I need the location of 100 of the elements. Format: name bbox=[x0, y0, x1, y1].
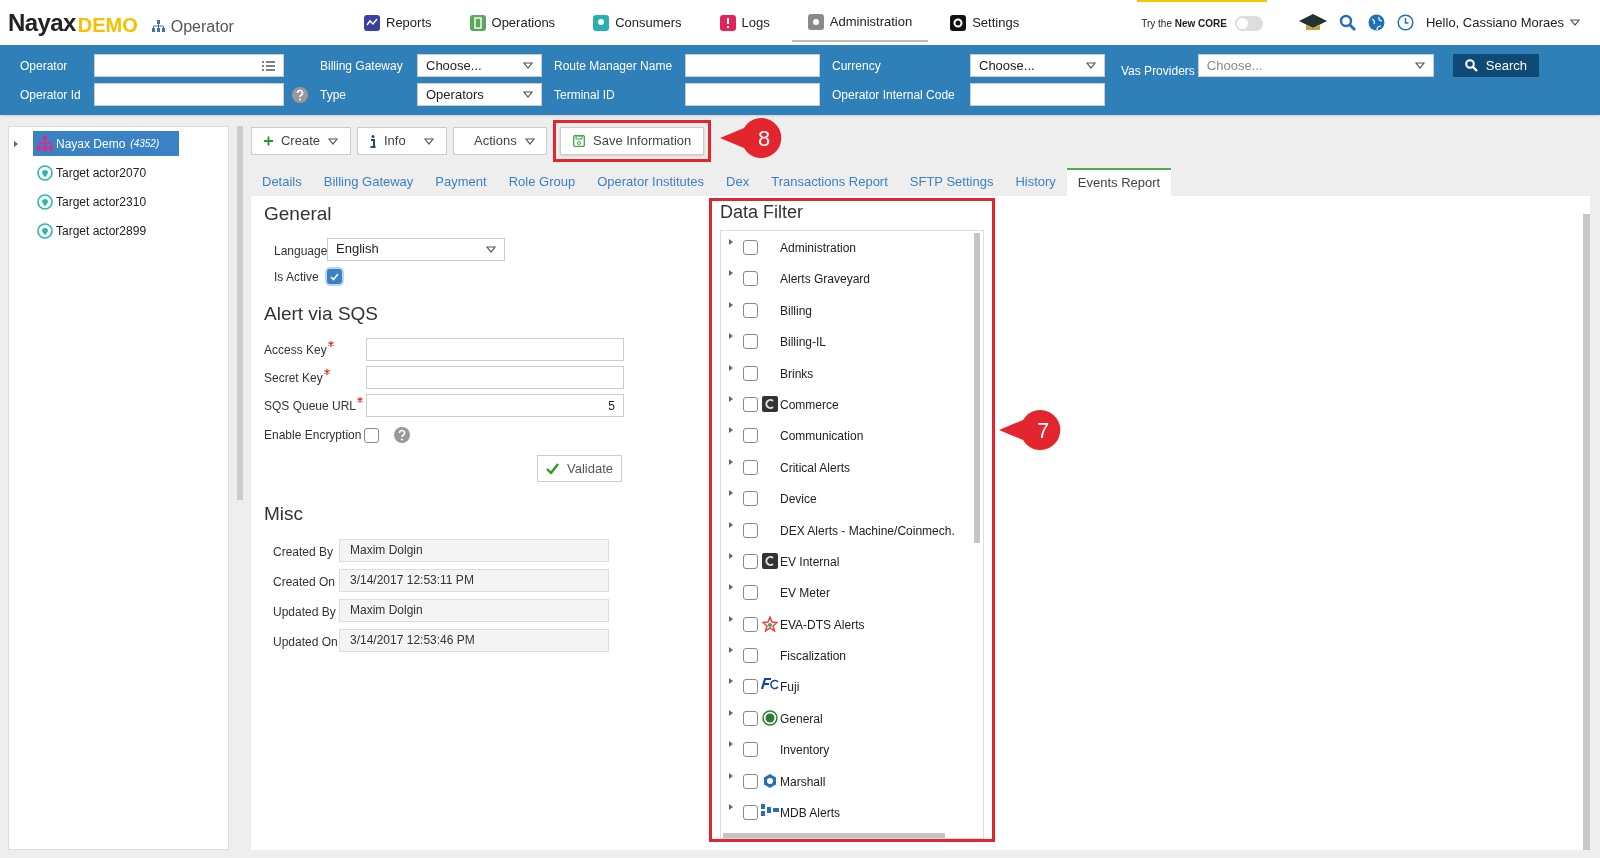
filter-item[interactable]: EV Internal bbox=[780, 552, 840, 571]
vas-providers-select[interactable]: Choose... bbox=[1197, 54, 1434, 77]
graduation-cap-icon[interactable] bbox=[1299, 12, 1327, 33]
filter-item[interactable]: Fiscalization bbox=[780, 647, 847, 666]
expand-arrow-icon[interactable] bbox=[727, 268, 735, 279]
page-scrollbar[interactable] bbox=[1583, 214, 1590, 850]
save-information-button[interactable]: Save Information bbox=[560, 127, 705, 155]
filter-item[interactable]: Critical Alerts bbox=[780, 458, 850, 477]
filter-item[interactable]: Communication bbox=[780, 427, 864, 446]
core-toggle[interactable] bbox=[1235, 16, 1263, 31]
validate-button[interactable]: Validate bbox=[537, 455, 622, 482]
tree-item[interactable]: Target actor2899 bbox=[33, 218, 167, 243]
encryption-checkbox[interactable] bbox=[364, 427, 380, 443]
tab[interactable]: Dex bbox=[715, 168, 761, 196]
expand-arrow-icon[interactable] bbox=[727, 676, 735, 687]
filter-checkbox[interactable] bbox=[743, 334, 758, 350]
clock-icon[interactable] bbox=[1397, 14, 1414, 31]
text-field[interactable] bbox=[366, 338, 624, 361]
tree-item[interactable]: Target actor2310 bbox=[33, 189, 167, 214]
filter-checkbox[interactable] bbox=[743, 459, 758, 475]
nav-item[interactable]: Consumers bbox=[577, 3, 698, 42]
filter-item[interactable]: EV Meter bbox=[780, 584, 830, 603]
filter-item[interactable]: Brinks bbox=[780, 364, 814, 383]
expand-arrow-icon[interactable] bbox=[727, 582, 735, 593]
filter-checkbox[interactable] bbox=[743, 302, 758, 318]
tab[interactable]: Role Group bbox=[497, 168, 587, 196]
nav-item[interactable]: Operations bbox=[453, 3, 572, 42]
filter-item[interactable]: Device bbox=[780, 490, 817, 509]
expand-arrow-icon[interactable] bbox=[727, 550, 735, 561]
expand-arrow-icon[interactable] bbox=[727, 519, 735, 530]
tree-item[interactable]: Target actor2070 bbox=[33, 160, 167, 185]
filter-checkbox[interactable] bbox=[743, 805, 758, 821]
expand-arrow-icon[interactable] bbox=[727, 331, 735, 342]
expand-arrow-icon[interactable] bbox=[727, 393, 735, 404]
expand-arrow-icon[interactable] bbox=[727, 645, 735, 656]
search-button[interactable]: Search bbox=[1452, 54, 1539, 77]
is-active-checkbox[interactable] bbox=[326, 269, 342, 284]
internal-code-field[interactable] bbox=[970, 83, 1105, 106]
filter-checkbox[interactable] bbox=[743, 710, 758, 726]
user-menu[interactable]: Hello, Cassiano Moraes bbox=[1426, 12, 1580, 33]
terminal-id-field[interactable] bbox=[685, 83, 820, 106]
filter-item[interactable]: Billing-IL bbox=[780, 333, 827, 352]
filter-checkbox[interactable] bbox=[743, 553, 758, 569]
actions-button[interactable]: Actions bbox=[453, 127, 547, 155]
help-icon[interactable] bbox=[394, 427, 411, 443]
tab[interactable]: Details bbox=[251, 168, 313, 196]
filter-item[interactable]: DEX Alerts - Machine/Coinmech. bbox=[780, 521, 955, 540]
filter-checkbox[interactable] bbox=[743, 679, 758, 695]
filter-checkbox[interactable] bbox=[743, 428, 758, 444]
expand-arrow-icon[interactable] bbox=[727, 299, 735, 310]
filter-item[interactable]: Administration bbox=[780, 239, 857, 257]
expand-arrow-icon[interactable] bbox=[727, 362, 735, 373]
filter-checkbox[interactable] bbox=[743, 271, 758, 287]
filter-checkbox[interactable] bbox=[743, 616, 758, 632]
nav-item[interactable]: Reports bbox=[348, 3, 448, 42]
filter-item[interactable]: Commerce bbox=[780, 395, 839, 414]
currency-select[interactable]: Choose... bbox=[970, 54, 1105, 77]
help-icon[interactable] bbox=[292, 86, 308, 103]
filter-item[interactable]: Alerts Graveyard bbox=[780, 270, 871, 289]
nav-item[interactable]: Settings bbox=[934, 3, 1036, 42]
filter-checkbox[interactable] bbox=[743, 491, 758, 507]
create-button[interactable]: Create bbox=[251, 127, 351, 155]
filter-checkbox[interactable] bbox=[743, 365, 758, 381]
expand-arrow-icon[interactable] bbox=[727, 456, 735, 467]
filter-checkbox[interactable] bbox=[743, 240, 758, 255]
operator-id-field[interactable] bbox=[94, 83, 284, 106]
nav-item[interactable]: Logs bbox=[703, 3, 786, 42]
nav-item[interactable]: Administration bbox=[791, 3, 929, 42]
filter-item[interactable]: General bbox=[780, 709, 823, 728]
tab[interactable]: Operator Institutes bbox=[586, 168, 716, 196]
filter-checkbox[interactable] bbox=[743, 773, 758, 789]
filter-item[interactable]: Marshall bbox=[780, 772, 826, 791]
info-button[interactable]: Info bbox=[357, 127, 447, 155]
filter-checkbox[interactable] bbox=[743, 396, 758, 412]
billing-gateway-select[interactable]: Choose... bbox=[417, 54, 542, 77]
type-select[interactable]: Operators bbox=[417, 83, 542, 106]
filter-item[interactable]: Fuji bbox=[780, 678, 800, 697]
operator-field[interactable] bbox=[94, 54, 284, 77]
language-select[interactable]: English bbox=[327, 237, 505, 261]
filter-checkbox[interactable] bbox=[743, 648, 758, 664]
expand-arrow-icon[interactable] bbox=[727, 613, 735, 624]
horizontal-scrollbar[interactable] bbox=[723, 833, 945, 838]
filter-item[interactable]: Inventory bbox=[780, 741, 830, 760]
tab[interactable]: Billing Gateway bbox=[312, 168, 425, 196]
brand-logo[interactable]: Nayax bbox=[8, 10, 76, 35]
expand-arrow-icon[interactable] bbox=[727, 707, 735, 718]
filter-checkbox[interactable] bbox=[743, 585, 758, 601]
tree-item[interactable]: Nayax Demo (4352) bbox=[33, 131, 180, 156]
filter-item[interactable]: Billing bbox=[780, 301, 812, 320]
expand-arrow-icon[interactable] bbox=[727, 425, 735, 436]
expand-arrow-icon[interactable] bbox=[727, 739, 735, 750]
search-icon[interactable] bbox=[1339, 14, 1356, 31]
tab[interactable]: History bbox=[1004, 168, 1067, 196]
filter-item[interactable]: MDB Alerts bbox=[780, 804, 840, 823]
text-field[interactable] bbox=[366, 366, 624, 389]
vertical-scrollbar[interactable] bbox=[974, 233, 980, 543]
filter-checkbox[interactable] bbox=[743, 522, 758, 538]
expand-arrow-icon[interactable] bbox=[727, 802, 735, 813]
filter-item[interactable]: EVA-DTS Alerts bbox=[780, 615, 865, 634]
text-field[interactable]: 5 bbox=[366, 394, 624, 417]
